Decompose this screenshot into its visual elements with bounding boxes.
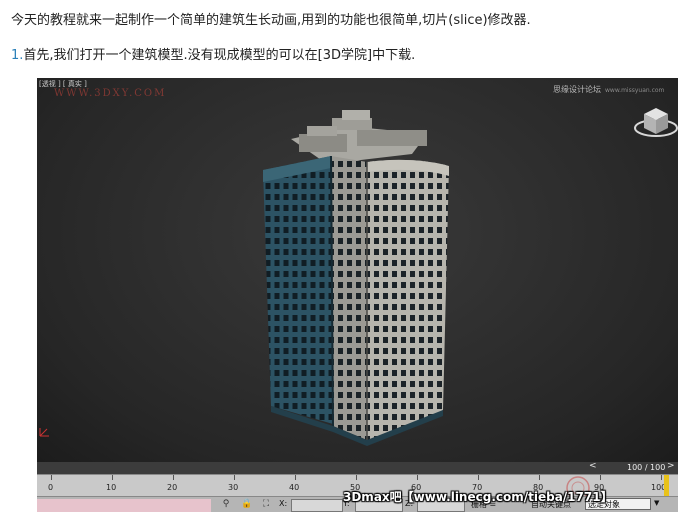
previous-frame-button[interactable]: < [589, 461, 597, 471]
timeline-tick-label: 10 [106, 483, 117, 492]
building-model[interactable] [237, 104, 477, 454]
timeline-tick-label: 20 [167, 483, 178, 492]
timeline-end-marker [664, 475, 669, 497]
forum-watermark-name: 思缘设计论坛 [553, 85, 601, 94]
maxscript-listener-field[interactable] [37, 499, 211, 512]
pin-icon[interactable]: ⚲ [221, 499, 231, 509]
axis-tripod-icon [39, 428, 49, 437]
step-one-text: 首先,我们打开一个建筑模型.没有现成模型的可以在[3D学院]中下载. [23, 48, 416, 63]
intro-paragraph: 今天的教程就来一起制作一个简单的建筑生长动画,用到的功能也很简单,切片(slic… [11, 13, 531, 28]
x-coordinate-field[interactable] [291, 499, 343, 512]
step-number: 1. [11, 48, 24, 63]
forum-watermark: 思缘设计论坛 www.missyuan.com [553, 84, 664, 95]
next-frame-button[interactable]: > [667, 461, 675, 471]
forum-caption-watermark: 3Dmax吧【www.linecg.com/tieba/1771】 [343, 490, 613, 504]
frame-counter[interactable]: 100 / 100 [627, 463, 665, 472]
viewcube-icon[interactable] [634, 100, 678, 142]
chevron-down-icon[interactable]: ▼ [654, 499, 659, 507]
perspective-viewport[interactable]: [透视 ] [ 真实 ] WWW.3DXY.COM 思缘设计论坛 www.miss… [37, 78, 678, 462]
timeline-tick-label: 30 [228, 483, 239, 492]
selection-mode-icon[interactable]: ⛶ [261, 499, 271, 509]
time-slider-row: < 100 / 100 > [37, 461, 678, 474]
timeline-tick-label: 0 [48, 483, 54, 492]
x-coordinate-label: X: [279, 499, 288, 508]
max-screenshot: [透视 ] [ 真实 ] WWW.3DXY.COM 思缘设计论坛 www.miss… [37, 78, 678, 512]
step-one-paragraph: 1.首先,我们打开一个建筑模型.没有现成模型的可以在[3D学院]中下载. [11, 44, 415, 63]
lock-icon[interactable]: 🔒 [241, 499, 252, 509]
site-watermark: WWW.3DXY.COM [54, 88, 167, 99]
forum-watermark-url: www.missyuan.com [605, 87, 665, 94]
timeline-tick-label: 40 [289, 483, 300, 492]
